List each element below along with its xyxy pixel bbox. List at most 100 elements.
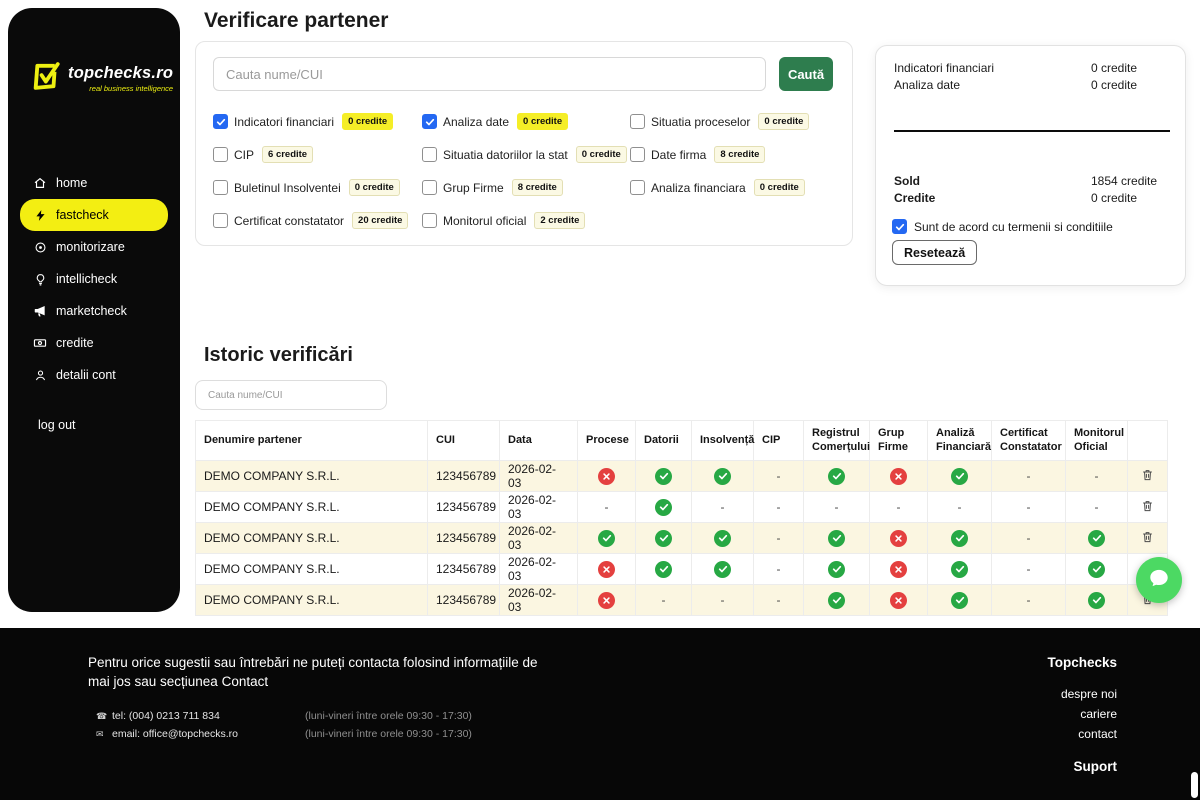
empty-status: - xyxy=(721,593,725,607)
terms-row[interactable]: Sunt de acord cu termenii si conditiile xyxy=(892,219,1113,234)
status-cell xyxy=(870,461,928,492)
status-cell xyxy=(578,461,636,492)
status-cell xyxy=(928,554,992,585)
empty-status: - xyxy=(721,500,725,514)
option-label: Analiza financiara xyxy=(651,181,746,195)
history-header-row: Denumire partenerCUIDataProceseDatoriiIn… xyxy=(196,421,1168,461)
status-cell: - xyxy=(992,492,1066,523)
status-cell: - xyxy=(992,585,1066,616)
check-status-icon xyxy=(951,561,968,578)
cui-cell: 123456789 xyxy=(428,461,500,492)
status-cell xyxy=(870,554,928,585)
delete-row-button[interactable] xyxy=(1141,468,1154,485)
check-status-icon xyxy=(1088,561,1105,578)
check-option-4[interactable]: Situatia datoriilor la stat 0 credite xyxy=(422,146,630,163)
sidebar-item-marketcheck[interactable]: marketcheck xyxy=(20,295,168,327)
option-label: Certificat constatator xyxy=(234,214,344,228)
reset-button[interactable]: Resetează xyxy=(892,240,977,265)
sidebar-item-fastcheck[interactable]: fastcheck xyxy=(20,199,168,231)
scrollbar-thumb[interactable] xyxy=(1191,772,1198,798)
sidebar-item-label: intellicheck xyxy=(56,272,117,286)
sidebar-item-intellicheck[interactable]: intellicheck xyxy=(20,263,168,295)
empty-status: - xyxy=(1027,593,1031,607)
credits-badge: 0 credite xyxy=(576,146,627,163)
option-label: Situatia datoriilor la stat xyxy=(443,148,568,162)
check-option-7[interactable]: Grup Firme8 credite xyxy=(422,179,630,196)
status-cell xyxy=(578,585,636,616)
checkbox-icon[interactable] xyxy=(422,213,437,228)
checkbox-icon[interactable] xyxy=(422,147,437,162)
checkbox-icon[interactable] xyxy=(422,114,437,129)
credits-badge: 0 credite xyxy=(342,113,393,130)
table-row: DEMO COMPANY S.R.L.1234567892026-02-03-- xyxy=(196,554,1168,585)
sidebar-item-label: credite xyxy=(56,336,94,350)
column-header: Procese xyxy=(578,421,636,461)
banknote-icon xyxy=(33,336,47,350)
column-header: Datorii xyxy=(636,421,692,461)
option-label: Indicatori financiari xyxy=(234,115,334,129)
chat-widget-button[interactable] xyxy=(1136,557,1182,603)
check-option-9[interactable]: Certificat constatator20 credite xyxy=(213,212,422,229)
sidebar-item-home[interactable]: home xyxy=(20,167,168,199)
logo: topchecks.ro real business intelligence xyxy=(28,56,173,101)
sidebar-item-monitorizare[interactable]: monitorizare xyxy=(20,231,168,263)
status-cell: - xyxy=(992,523,1066,554)
sidebar-item-label: home xyxy=(56,176,87,190)
column-header: CIP xyxy=(754,421,804,461)
delete-row-button[interactable] xyxy=(1141,530,1154,547)
empty-status: - xyxy=(1095,500,1099,514)
checkbox-icon[interactable] xyxy=(213,213,228,228)
sidebar-menu: home fastcheck monitorizare intellicheck mar… xyxy=(20,167,168,391)
status-cell: - xyxy=(578,492,636,523)
search-input[interactable] xyxy=(213,57,766,91)
sidebar-item-detalii-cont[interactable]: detalii cont xyxy=(20,359,168,391)
check-option-3[interactable]: CIP6 credite xyxy=(213,146,422,163)
status-cell xyxy=(870,585,928,616)
x-status-icon xyxy=(890,592,907,609)
empty-status: - xyxy=(1027,531,1031,545)
status-cell: - xyxy=(636,585,692,616)
sidebar-item-credite[interactable]: credite xyxy=(20,327,168,359)
terms-checkbox[interactable] xyxy=(892,219,907,234)
checkbox-icon[interactable] xyxy=(630,180,645,195)
sidebar-item-label: monitorizare xyxy=(56,240,125,254)
checkbox-icon[interactable] xyxy=(213,147,228,162)
check-option-1[interactable]: Analiza date0 credite xyxy=(422,113,630,130)
logout-button[interactable]: log out xyxy=(38,418,76,432)
x-status-icon xyxy=(890,468,907,485)
x-status-icon xyxy=(598,561,615,578)
logo-title: topchecks.ro xyxy=(68,64,173,83)
empty-status: - xyxy=(1027,500,1031,514)
status-cell: - xyxy=(692,492,754,523)
footer-company-title: Topchecks xyxy=(1047,655,1117,670)
check-status-icon xyxy=(828,561,845,578)
phone-text: tel: (004) 0213 711 834 xyxy=(112,710,220,722)
delete-row-button[interactable] xyxy=(1141,499,1154,516)
check-option-2[interactable]: Situatia proceselor0 credite xyxy=(630,113,809,130)
footer-link-contact[interactable]: contact xyxy=(1047,727,1117,741)
status-cell: - xyxy=(1066,492,1128,523)
empty-status: - xyxy=(777,500,781,514)
footer-link-despre-noi[interactable]: despre noi xyxy=(1047,687,1117,701)
credits-badge: 2 credite xyxy=(534,212,585,229)
check-status-icon xyxy=(828,592,845,609)
checkbox-icon[interactable] xyxy=(213,180,228,195)
checkbox-icon[interactable] xyxy=(213,114,228,129)
history-search-input[interactable] xyxy=(195,380,387,410)
column-header: Insolvență xyxy=(692,421,754,461)
footer-link-cariere[interactable]: cariere xyxy=(1047,707,1117,721)
summary-value: 0 credite xyxy=(1091,78,1137,92)
checkbox-icon[interactable] xyxy=(630,114,645,129)
logo-check-icon xyxy=(28,56,62,101)
check-option-5[interactable]: Date firma8 credite xyxy=(630,146,809,163)
checkbox-icon[interactable] xyxy=(630,147,645,162)
check-option-0[interactable]: Indicatori financiari 0 credite xyxy=(213,113,422,130)
check-option-6[interactable]: Buletinul Insolventei0 credite xyxy=(213,179,422,196)
check-option-10[interactable]: Monitorul oficial2 credite xyxy=(422,212,630,229)
table-row: DEMO COMPANY S.R.L.1234567892026-02-03--… xyxy=(196,461,1168,492)
summary-card: Indicatori financiari 0 credite Analiza … xyxy=(875,45,1186,286)
search-button[interactable]: Caută xyxy=(779,57,833,91)
status-cell xyxy=(578,523,636,554)
check-option-8[interactable]: Analiza financiara0 credite xyxy=(630,179,809,196)
checkbox-icon[interactable] xyxy=(422,180,437,195)
